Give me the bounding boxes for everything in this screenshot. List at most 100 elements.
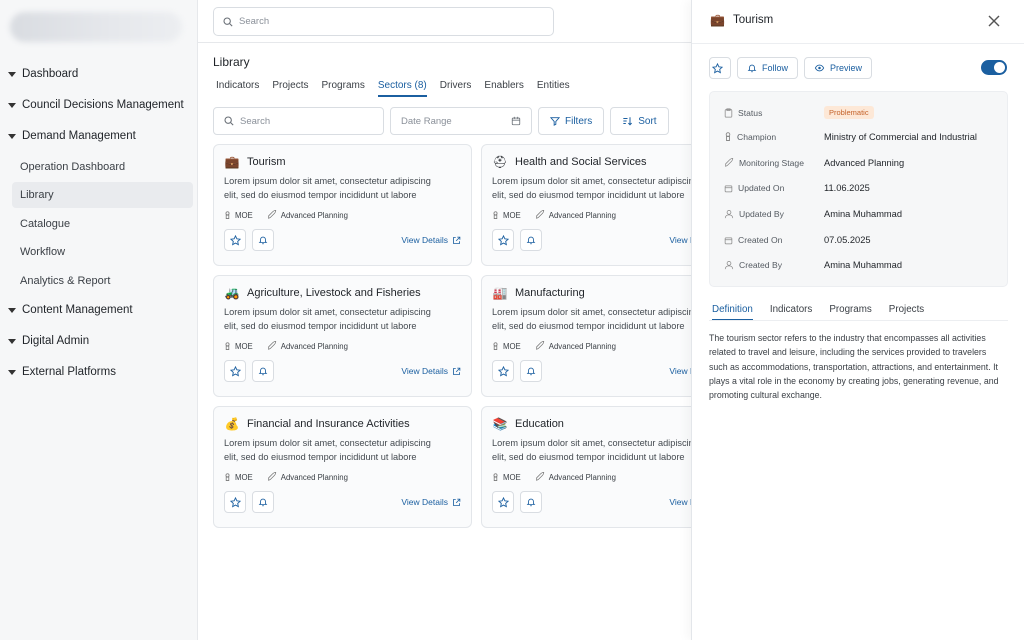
card-notify-button[interactable] xyxy=(520,229,542,251)
info-label-text: Created By xyxy=(739,260,782,270)
card-stage-label: Advanced Planning xyxy=(280,210,348,220)
chevron-down-icon xyxy=(8,338,16,344)
tab-indicators[interactable]: Indicators xyxy=(770,304,812,321)
tab-projects[interactable]: Projects xyxy=(889,304,924,321)
rocket-icon xyxy=(268,210,276,219)
nav-group-demand-management[interactable]: Demand Management xyxy=(8,130,136,142)
card-notify-button[interactable] xyxy=(252,229,274,251)
money-icon: 💰 xyxy=(224,417,240,431)
card-notify-button[interactable] xyxy=(520,491,542,513)
sector-card[interactable]: 💼 Tourism Lorem ipsum dolor sit amet, cons… xyxy=(213,144,472,266)
card-favorite-button[interactable] xyxy=(492,229,514,251)
sector-card[interactable]: 📚 Education Lorem ipsum dolor sit amet, co… xyxy=(481,406,691,528)
preview-button-label: Preview xyxy=(830,63,863,73)
tab-programs[interactable]: Programs xyxy=(829,304,871,321)
card-description: Lorem ipsum dolor sit amet, consectetur … xyxy=(224,436,461,464)
date-range-input[interactable] xyxy=(401,115,501,127)
card-actions: View Details xyxy=(492,229,691,251)
sidebar-item-workflow[interactable]: Workflow xyxy=(12,239,193,265)
nav-group-council-decisions[interactable]: Council Decisions Management xyxy=(8,99,184,111)
card-description-line: Lorem ipsum dolor sit amet, consectetur … xyxy=(492,438,691,448)
date-range-picker[interactable] xyxy=(390,107,532,135)
sector-card[interactable]: 🚜 Agriculture, Livestock and Fisheries Lor… xyxy=(213,275,472,397)
sector-card[interactable]: ⛑ Health and Social Services Lorem ipsum d… xyxy=(481,144,691,266)
info-row: Updated On 11.06.2025 xyxy=(724,183,999,193)
view-details-link[interactable]: View Details xyxy=(669,366,691,376)
search-icon xyxy=(224,116,234,126)
external-link-icon xyxy=(453,367,461,375)
sidebar: Dashboard Council Decisions Management D… xyxy=(0,0,198,640)
library-search[interactable] xyxy=(213,107,384,135)
library-tabs: Indicators Projects Programs Sectors (8)… xyxy=(216,80,583,97)
chevron-down-icon xyxy=(8,71,16,77)
sidebar-item-analytics-report[interactable]: Analytics & Report xyxy=(12,268,193,294)
factory-icon: 🏭 xyxy=(492,286,508,300)
tab-projects[interactable]: Projects xyxy=(272,80,308,97)
library-search-input[interactable] xyxy=(240,115,370,127)
card-description-line: elit, sed do eiusmod tempor incididunt u… xyxy=(224,452,417,462)
sort-button[interactable]: Sort xyxy=(610,107,669,135)
card-notify-button[interactable] xyxy=(252,491,274,513)
card-title-row: 🚜 Agriculture, Livestock and Fisheries xyxy=(224,286,461,300)
tab-drivers[interactable]: Drivers xyxy=(440,80,472,97)
info-row: Monitoring Stage Advanced Planning xyxy=(724,158,999,168)
card-favorite-button[interactable] xyxy=(492,491,514,513)
bell-icon xyxy=(526,367,536,376)
sidebar-item-operation-dashboard[interactable]: Operation Dashboard xyxy=(12,154,193,180)
follow-button[interactable]: Follow xyxy=(737,57,799,79)
preview-button[interactable]: Preview xyxy=(804,57,873,79)
nav-group-label: Dashboard xyxy=(22,68,79,80)
sidebar-item-catalogue[interactable]: Catalogue xyxy=(12,211,193,237)
nav-group-content-management[interactable]: Content Management xyxy=(8,304,133,316)
panel-title: Tourism xyxy=(732,14,774,26)
tab-sectors[interactable]: Sectors (8) xyxy=(377,80,427,97)
filters-button[interactable]: Filters xyxy=(538,107,605,135)
sector-card[interactable]: 💰 Financial and Insurance Activities Lorem… xyxy=(213,406,472,528)
rocket-icon xyxy=(536,472,544,481)
card-favorite-button[interactable] xyxy=(224,360,246,382)
bell-icon xyxy=(747,64,757,73)
tab-indicators[interactable]: Indicators xyxy=(216,80,259,97)
person-icon xyxy=(725,132,731,141)
person-icon xyxy=(225,472,230,481)
view-details-link[interactable]: View Details xyxy=(669,497,691,507)
favorite-button[interactable] xyxy=(709,57,731,79)
nav-group-dashboard[interactable]: Dashboard xyxy=(8,68,78,80)
tab-programs[interactable]: Programs xyxy=(321,80,364,97)
tab-enablers[interactable]: Enablers xyxy=(484,80,523,97)
briefcase-icon: 💼 xyxy=(224,155,240,169)
card-stage-label: Advanced Planning xyxy=(548,472,616,482)
card-notify-button[interactable] xyxy=(252,360,274,382)
card-description-line: Lorem ipsum dolor sit amet, consectetur … xyxy=(224,438,431,448)
page-title: Library xyxy=(213,55,250,69)
card-favorite-button[interactable] xyxy=(224,229,246,251)
tab-entities[interactable]: Entities xyxy=(537,80,570,97)
card-title: Education xyxy=(515,418,564,430)
rocket-icon xyxy=(268,341,276,350)
card-stage: Advanced Planning xyxy=(535,472,616,482)
view-details-link[interactable]: View Details xyxy=(401,366,461,376)
sector-card[interactable]: 🏭 Manufacturing Lorem ipsum dolor sit amet… xyxy=(481,275,691,397)
tab-definition[interactable]: Definition xyxy=(712,304,753,321)
info-label: Updated By xyxy=(724,209,824,219)
nav-group-external-platforms[interactable]: External Platforms xyxy=(8,366,116,378)
card-description-line: elit, sed do eiusmod tempor incididunt u… xyxy=(492,321,685,331)
card-notify-button[interactable] xyxy=(520,360,542,382)
global-search[interactable] xyxy=(213,7,554,36)
card-title-row: 🏭 Manufacturing xyxy=(492,286,691,300)
view-details-link[interactable]: View Details xyxy=(669,235,691,245)
view-details-link[interactable]: View Details xyxy=(401,497,461,507)
close-button[interactable] xyxy=(988,14,1000,32)
detail-panel: 💼 Tourism Follow Preview Status Problemat… xyxy=(691,0,1024,640)
card-favorite-button[interactable] xyxy=(224,491,246,513)
definition-text: The tourism sector refers to the industr… xyxy=(709,333,999,401)
nav-group-digital-admin[interactable]: Digital Admin xyxy=(8,335,89,347)
card-actions: View Details xyxy=(492,491,691,513)
global-search-input[interactable] xyxy=(239,16,519,27)
panel-toggle-switch[interactable] xyxy=(981,60,1007,75)
sidebar-item-library[interactable]: Library xyxy=(12,182,193,208)
card-favorite-button[interactable] xyxy=(492,360,514,382)
view-details-link[interactable]: View Details xyxy=(401,235,461,245)
card-stage: Advanced Planning xyxy=(535,210,616,220)
bell-icon xyxy=(258,236,268,245)
